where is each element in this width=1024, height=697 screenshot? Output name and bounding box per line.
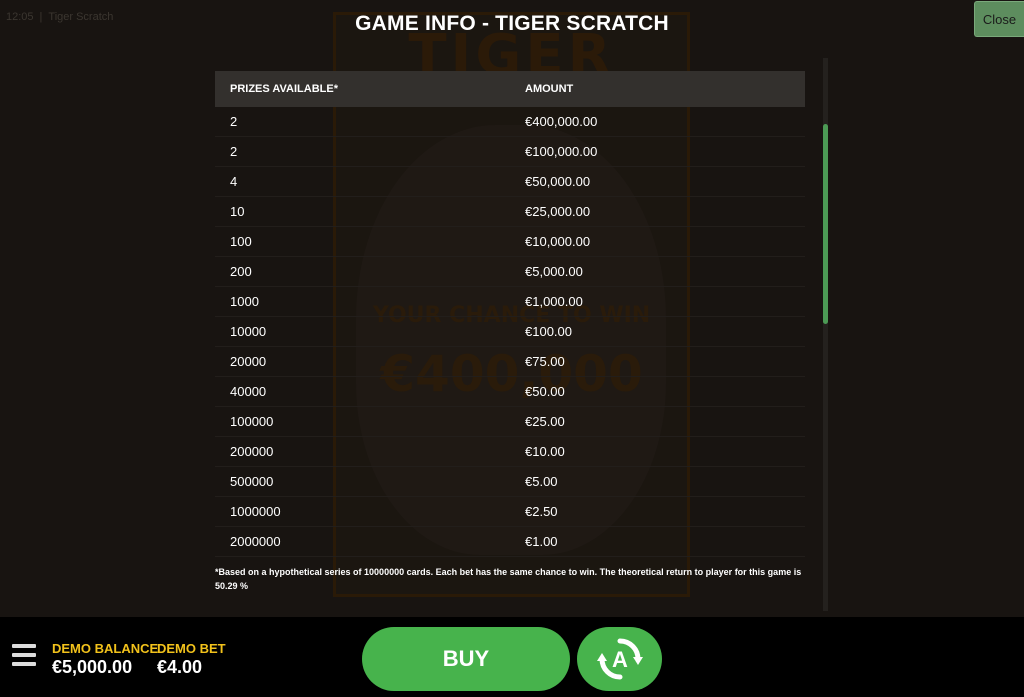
prize-amount: €75.00 [525, 346, 805, 377]
table-row: 2 €400,000.00 [215, 107, 805, 137]
table-row: 200000 €10.00 [215, 436, 805, 467]
table-row: 40000 €50.00 [215, 376, 805, 407]
prize-amount: €50.00 [525, 376, 805, 407]
prize-amount: €100.00 [525, 316, 805, 347]
prize-amount: €1.00 [525, 526, 805, 557]
prize-count: 1000000 [215, 496, 525, 527]
table-header-row: PRIZES AVAILABLE* AMOUNT [215, 71, 805, 107]
prize-count: 20000 [215, 346, 525, 377]
table-row: 1000000 €2.50 [215, 496, 805, 527]
demo-balance-label: DEMO BALANCE [52, 641, 159, 656]
prize-amount: €5.00 [525, 466, 805, 497]
prize-amount: €400,000.00 [525, 107, 805, 137]
autoplay-icon: A [596, 638, 643, 680]
prize-amount: €25,000.00 [525, 196, 805, 227]
prize-amount: €50,000.00 [525, 166, 805, 197]
prize-amount: €10,000.00 [525, 226, 805, 257]
header-amount: AMOUNT [525, 83, 574, 95]
prize-count: 100000 [215, 406, 525, 437]
table-row: 1000 €1,000.00 [215, 286, 805, 317]
prize-amount: €10.00 [525, 436, 805, 467]
prize-amount: €5,000.00 [525, 256, 805, 287]
demo-bet-value[interactable]: €4.00 [157, 657, 202, 678]
prize-count: 4 [215, 166, 525, 197]
table-row: 10 €25,000.00 [215, 196, 805, 227]
rtp-footnote: *Based on a hypothetical series of 10000… [215, 567, 802, 591]
prize-amount: €100,000.00 [525, 136, 805, 167]
scrollbar-thumb[interactable] [823, 124, 828, 324]
autoplay-button[interactable]: A [577, 627, 662, 691]
prize-count: 500000 [215, 466, 525, 497]
scrollbar-track[interactable] [823, 58, 828, 611]
table-row: 2000000 €1.00 [215, 526, 805, 557]
prize-amount: €25.00 [525, 406, 805, 437]
table-row: 100000 €25.00 [215, 406, 805, 437]
prize-count: 10 [215, 196, 525, 227]
table-row: 10000 €100.00 [215, 316, 805, 347]
prize-count: 2000000 [215, 526, 525, 557]
demo-bet-label[interactable]: DEMO BET [157, 641, 226, 656]
prize-table: PRIZES AVAILABLE* AMOUNT 2 €400,000.00 2 €… [215, 71, 805, 557]
table-row: 20000 €75.00 [215, 346, 805, 377]
prize-amount: €1,000.00 [525, 286, 805, 317]
bottom-bar: DEMO BALANCE €5,000.00 DEMO BET €4.00 BU… [0, 617, 1024, 697]
close-button[interactable]: Close [974, 1, 1024, 37]
prize-count: 40000 [215, 376, 525, 407]
prize-count: 200000 [215, 436, 525, 467]
header-prizes-available: PRIZES AVAILABLE* [230, 83, 338, 95]
table-row: 2 €100,000.00 [215, 136, 805, 167]
svg-text:A: A [612, 647, 628, 672]
hamburger-menu-icon[interactable] [12, 644, 36, 666]
table-row: 100 €10,000.00 [215, 226, 805, 257]
prize-count: 100 [215, 226, 525, 257]
prize-table-body: 2 €400,000.00 2 €100,000.00 4 €50,000.00 10… [215, 107, 805, 557]
prize-count: 10000 [215, 316, 525, 347]
buy-button[interactable]: BUY [362, 627, 570, 691]
prize-count: 2 [215, 107, 525, 137]
prize-table-container: PRIZES AVAILABLE* AMOUNT 2 €400,000.00 2 €… [215, 71, 805, 557]
table-row: 200 €5,000.00 [215, 256, 805, 287]
prize-count: 200 [215, 256, 525, 287]
demo-balance-value: €5,000.00 [52, 657, 133, 677]
table-row: 4 €50,000.00 [215, 166, 805, 197]
prize-count: 2 [215, 136, 525, 167]
prize-amount: €2.50 [525, 496, 805, 527]
table-row: 500000 €5.00 [215, 466, 805, 497]
prize-count: 1000 [215, 286, 525, 317]
modal-title: GAME INFO - TIGER SCRATCH [355, 12, 669, 35]
